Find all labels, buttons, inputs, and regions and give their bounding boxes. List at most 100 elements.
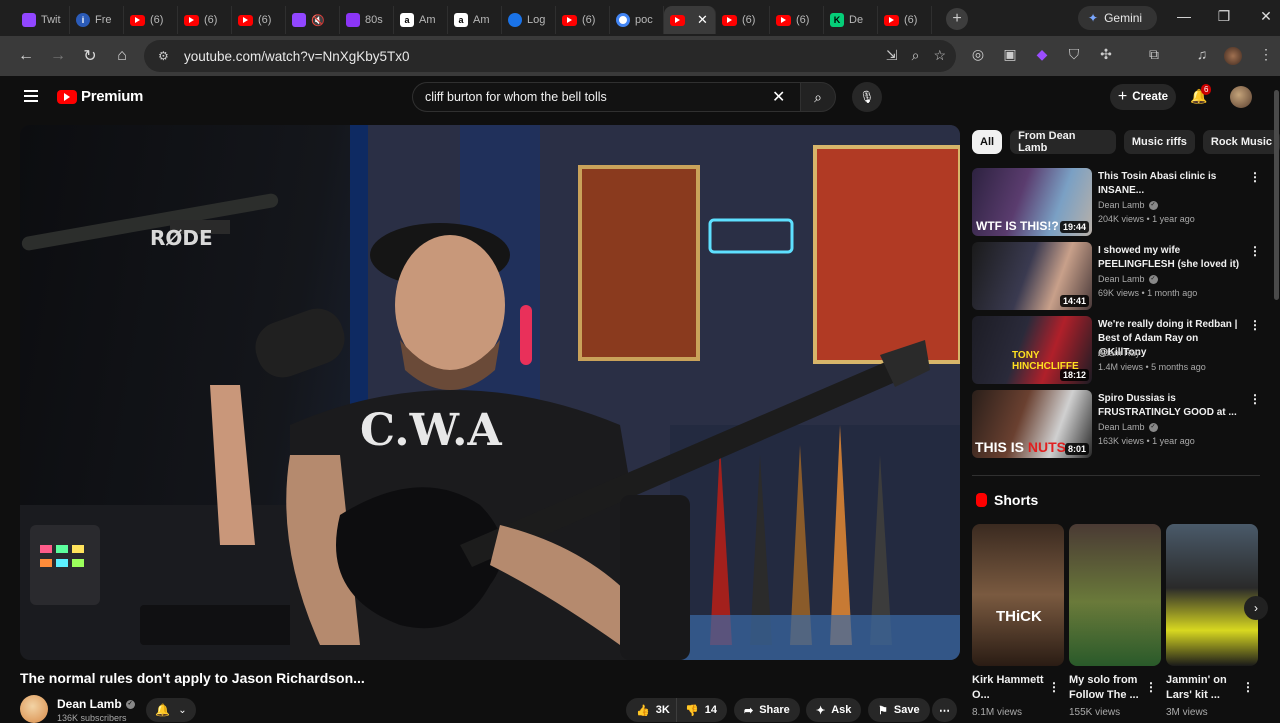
profile-avatar[interactable] bbox=[1224, 47, 1242, 65]
extension-shield-icon[interactable]: ⛉ bbox=[1064, 46, 1084, 63]
browser-tab[interactable]: Log bbox=[502, 6, 556, 34]
browser-menu-icon[interactable]: ⋮ bbox=[1256, 46, 1276, 63]
more-vertical-icon[interactable]: ⋮ bbox=[1249, 392, 1261, 406]
verified-check-icon: ✓ bbox=[1148, 275, 1158, 285]
recommendation-channel[interactable]: Dean Lamb ✓ bbox=[1098, 274, 1158, 285]
youtube-icon bbox=[130, 14, 145, 26]
subscription-bell-button[interactable]: 🔔 ⌄ bbox=[146, 698, 196, 722]
channel-name[interactable]: Dean Lamb ✓ bbox=[57, 697, 135, 711]
more-vertical-icon[interactable]: ⋮ bbox=[1145, 680, 1157, 694]
video-thumbnail[interactable]: WTF IS THIS!? 19:44 bbox=[972, 168, 1092, 236]
subscriber-count: 136K subscribers bbox=[57, 713, 127, 723]
browser-tab[interactable]: (6) bbox=[878, 6, 932, 34]
more-vertical-icon[interactable]: ⋮ bbox=[1048, 680, 1060, 694]
bookmark-star-icon[interactable]: ☆ bbox=[933, 47, 946, 64]
gemini-button[interactable]: ✦ Gemini bbox=[1078, 6, 1157, 30]
forward-arrow-icon[interactable]: → bbox=[42, 47, 74, 65]
split-view-icon[interactable]: ⧉ bbox=[1144, 46, 1164, 63]
more-vertical-icon[interactable]: ⋮ bbox=[1249, 170, 1261, 184]
media-controls-icon[interactable]: ♫ bbox=[1192, 46, 1212, 62]
site-info-icon[interactable]: ⚙ bbox=[158, 49, 178, 63]
browser-tab[interactable]: (6) bbox=[232, 6, 286, 34]
home-icon[interactable]: ⌂ bbox=[106, 47, 138, 65]
more-vertical-icon[interactable]: ⋮ bbox=[1249, 318, 1261, 332]
browser-tab[interactable]: a Am bbox=[448, 6, 502, 34]
extension-monitor-icon[interactable]: ▣ bbox=[1000, 46, 1020, 63]
tab-title: (6) bbox=[204, 14, 218, 26]
search-clear-icon[interactable]: ✕ bbox=[772, 87, 785, 107]
search-button[interactable]: ⌕ bbox=[800, 82, 836, 112]
short-thumbnail[interactable] bbox=[1069, 524, 1161, 666]
video-player[interactable]: RØDE C.W.A bbox=[20, 125, 960, 660]
recommendation-title[interactable]: I showed my wife PEELINGFLESH (she loved… bbox=[1098, 244, 1243, 272]
browser-tab[interactable]: (6) bbox=[178, 6, 232, 34]
extension-glasses-icon[interactable]: ◎ bbox=[968, 46, 988, 63]
chip-all[interactable]: All bbox=[972, 130, 1003, 154]
muted-speaker-icon[interactable]: 🔇 bbox=[311, 13, 325, 27]
browser-tab[interactable]: (6) bbox=[124, 6, 178, 34]
reload-icon[interactable]: ↻ bbox=[74, 46, 106, 66]
browser-tab[interactable]: poc bbox=[610, 6, 664, 34]
more-vertical-icon[interactable]: ⋮ bbox=[1249, 244, 1261, 258]
maximize-icon[interactable]: ❐ bbox=[1214, 8, 1234, 25]
video-thumbnail[interactable]: TONY HINCHCLIFFE 18:12 bbox=[972, 316, 1092, 384]
share-button[interactable]: ➦ Share bbox=[734, 698, 800, 722]
extension-purple-icon[interactable]: ◆ bbox=[1032, 46, 1052, 63]
short-title[interactable]: Jammin' on Lars' kit ... bbox=[1166, 673, 1246, 703]
account-avatar[interactable] bbox=[1230, 86, 1252, 108]
browser-tab[interactable]: Twit bbox=[16, 6, 70, 34]
more-vertical-icon[interactable]: ⋮ bbox=[1242, 680, 1254, 694]
create-button[interactable]: + Create bbox=[1110, 84, 1176, 110]
shorts-next-arrow-icon[interactable]: › bbox=[1244, 596, 1268, 620]
browser-tab[interactable]: i Fre bbox=[70, 6, 124, 34]
search-input[interactable]: cliff burton for whom the bell tolls bbox=[412, 82, 802, 112]
voice-search-button[interactable]: 🎙 bbox=[852, 82, 882, 112]
chip-from-dean-lamb[interactable]: From Dean Lamb bbox=[1010, 130, 1116, 154]
back-arrow-icon[interactable]: ← bbox=[10, 47, 42, 65]
browser-tab[interactable]: (6) bbox=[716, 6, 770, 34]
recommendation-title[interactable]: Spiro Dussias is FRUSTRATINGLY GOOD at .… bbox=[1098, 392, 1243, 420]
video-thumbnail[interactable]: THIS IS NUTS 8:01 bbox=[972, 390, 1092, 458]
browser-tab[interactable]: a Am bbox=[394, 6, 448, 34]
like-button[interactable]: 👍 3K bbox=[626, 698, 678, 722]
recommendation-item[interactable]: 14:41 I showed my wife PEELINGFLESH (she… bbox=[972, 242, 1272, 312]
zoom-icon[interactable]: ⌕ bbox=[912, 47, 920, 64]
youtube-premium-logo[interactable]: Premium bbox=[57, 88, 143, 105]
browser-tab[interactable]: 🔇 bbox=[286, 6, 340, 34]
more-actions-button[interactable]: ⋯ bbox=[932, 698, 957, 722]
short-title[interactable]: My solo from Follow The ... bbox=[1069, 673, 1149, 703]
recommendation-channel[interactable]: Dean Lamb ✓ bbox=[1098, 200, 1158, 211]
recommendation-title[interactable]: This Tosin Abasi clinic is INSANE... bbox=[1098, 170, 1243, 198]
hamburger-menu-icon[interactable] bbox=[24, 90, 38, 102]
sparkle-icon: ✦ bbox=[816, 704, 826, 717]
recommendation-item[interactable]: WTF IS THIS!? 19:44 This Tosin Abasi cli… bbox=[972, 168, 1272, 238]
dislike-button[interactable]: 👎 14 bbox=[676, 698, 727, 722]
tab-close-icon[interactable]: ✕ bbox=[697, 12, 708, 28]
recommendation-channel[interactable]: Dean Lamb ✓ bbox=[1098, 422, 1158, 433]
short-thumbnail[interactable]: THiCK bbox=[972, 524, 1064, 666]
ask-button[interactable]: ✦ Ask bbox=[806, 698, 862, 722]
new-tab-button[interactable]: + bbox=[946, 8, 968, 30]
address-bar[interactable]: ⚙ youtube.com/watch?v=NnXgKby5Tx0 ⇲ ⌕ ☆ bbox=[144, 40, 956, 72]
short-title[interactable]: Kirk Hammett O... bbox=[972, 673, 1052, 703]
recommendation-item[interactable]: THIS IS NUTS 8:01 Spiro Dussias is FRUST… bbox=[972, 390, 1272, 460]
kick-icon: K bbox=[830, 13, 844, 27]
browser-tab[interactable]: ✕ bbox=[664, 6, 716, 34]
video-thumbnail[interactable]: 14:41 bbox=[972, 242, 1092, 310]
browser-tab[interactable]: (6) bbox=[770, 6, 824, 34]
extensions-puzzle-icon[interactable]: ✣ bbox=[1096, 46, 1116, 63]
browser-tab[interactable]: 80s bbox=[340, 6, 394, 34]
chip-rock-music[interactable]: Rock Music bbox=[1202, 130, 1280, 154]
window-close-icon[interactable]: ✕ bbox=[1256, 8, 1276, 25]
channel-avatar[interactable] bbox=[20, 695, 48, 723]
save-button[interactable]: ⚑ Save bbox=[868, 698, 930, 722]
recommendation-channel[interactable]: Adam Ray bbox=[1098, 348, 1140, 358]
install-app-icon[interactable]: ⇲ bbox=[886, 47, 898, 64]
short-thumbnail[interactable] bbox=[1166, 524, 1258, 666]
browser-tab[interactable]: (6) bbox=[556, 6, 610, 34]
recommendation-item[interactable]: TONY HINCHCLIFFE 18:12 We're really doin… bbox=[972, 316, 1272, 386]
page-scrollbar[interactable] bbox=[1274, 90, 1279, 300]
chip-music-riffs[interactable]: Music riffs bbox=[1123, 130, 1195, 154]
browser-tab[interactable]: K De bbox=[824, 6, 878, 34]
minimize-icon[interactable]: — bbox=[1174, 8, 1194, 24]
